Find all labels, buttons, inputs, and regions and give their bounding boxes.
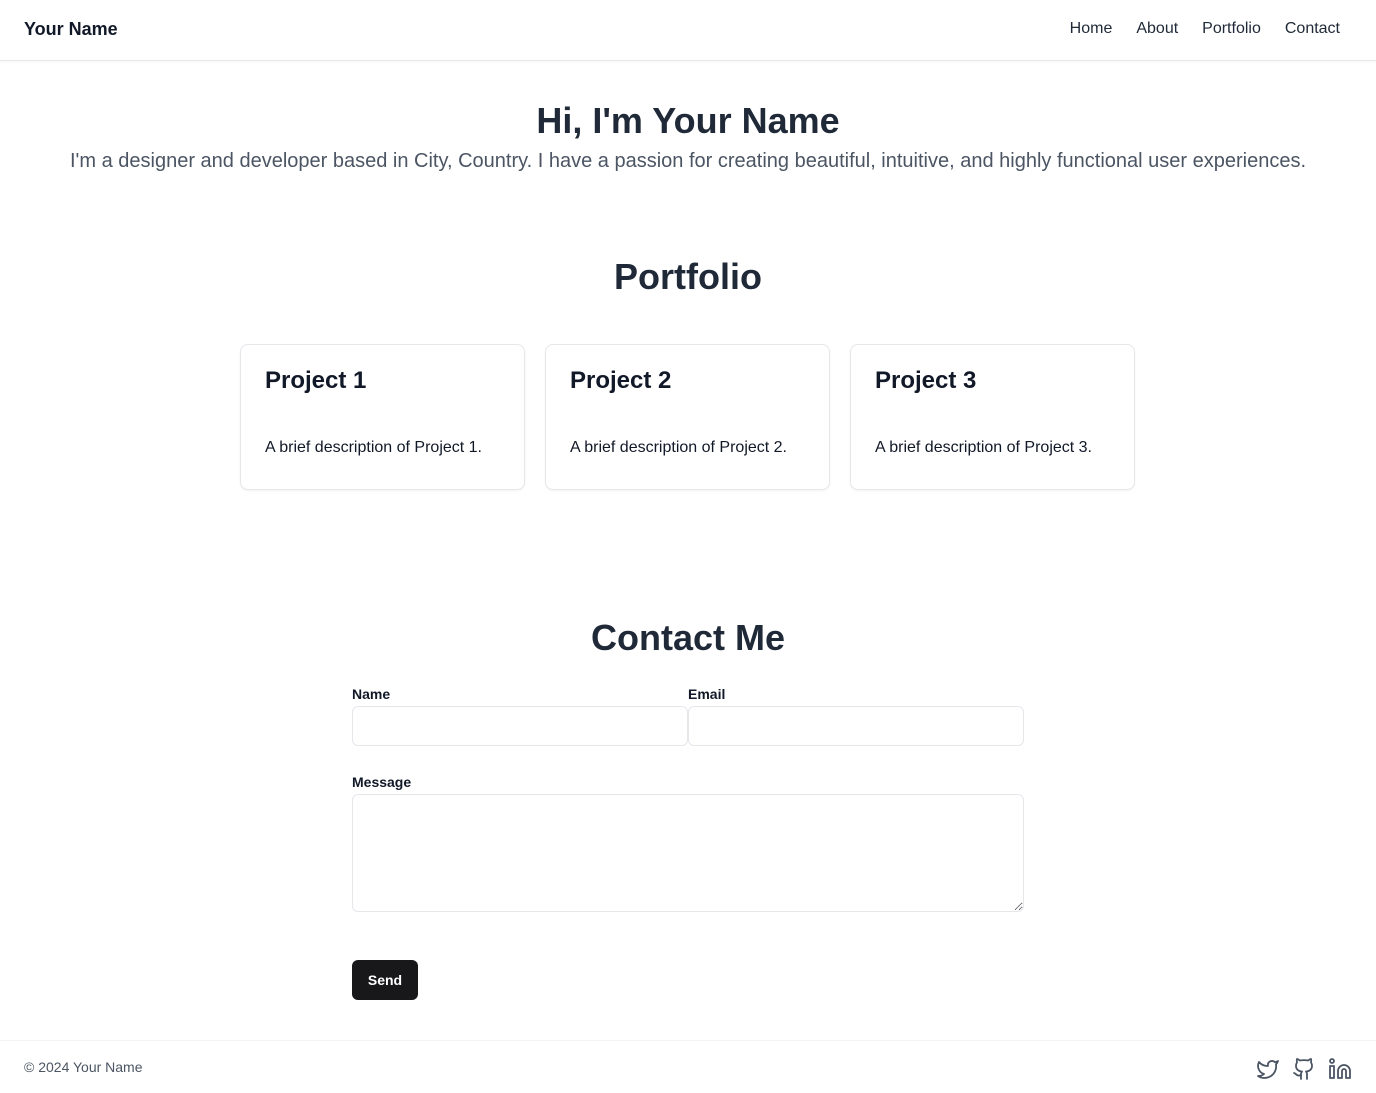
social-links [1256, 1057, 1352, 1081]
github-icon[interactable] [1292, 1057, 1316, 1081]
message-textarea[interactable] [352, 794, 1024, 912]
project-title: Project 1 [265, 367, 367, 394]
nav-link-about[interactable]: About [1136, 20, 1178, 38]
nav-link-portfolio[interactable]: Portfolio [1202, 20, 1261, 38]
hero-title: Hi, I'm Your Name [536, 100, 840, 141]
name-input[interactable] [352, 706, 688, 746]
project-card: Project 2 A brief description of Project… [545, 344, 830, 490]
nav-link-home[interactable]: Home [1070, 20, 1113, 38]
project-title: Project 3 [875, 367, 977, 394]
name-email-row: Name Email [352, 686, 1024, 746]
brand-link[interactable]: Your Name [24, 19, 118, 40]
name-label: Name [352, 686, 391, 702]
name-field-group: Name [352, 686, 688, 746]
nav-menu: Home About Portfolio Contact [1070, 20, 1340, 38]
email-field-group: Email [688, 686, 1024, 746]
navbar: Your Name Home About Portfolio Contact [0, 0, 1376, 61]
linkedin-icon[interactable] [1328, 1057, 1352, 1081]
portfolio-title: Portfolio [614, 256, 762, 297]
project-description: A brief description of Project 1. [265, 439, 482, 456]
email-label: Email [688, 686, 726, 702]
nav-link-contact[interactable]: Contact [1285, 20, 1340, 38]
project-card: Project 3 A brief description of Project… [850, 344, 1135, 490]
footer: © 2024 Your Name [0, 1040, 1376, 1093]
project-card: Project 1 A brief description of Project… [240, 344, 525, 490]
contact-form: Name Email Message [352, 686, 1024, 912]
project-description: A brief description of Project 3. [875, 439, 1092, 456]
twitter-icon[interactable] [1256, 1057, 1280, 1081]
project-title: Project 2 [570, 367, 672, 394]
hero-subtitle: I'm a designer and developer based in Ci… [69, 150, 1306, 172]
send-button[interactable]: Send [352, 960, 418, 1000]
project-grid: Project 1 A brief description of Project… [240, 344, 1136, 490]
contact-title: Contact Me [590, 617, 785, 658]
email-input[interactable] [688, 706, 1024, 746]
copyright-text: © 2024 Your Name [24, 1059, 143, 1075]
message-label: Message [352, 774, 412, 790]
project-description: A brief description of Project 2. [570, 439, 787, 456]
